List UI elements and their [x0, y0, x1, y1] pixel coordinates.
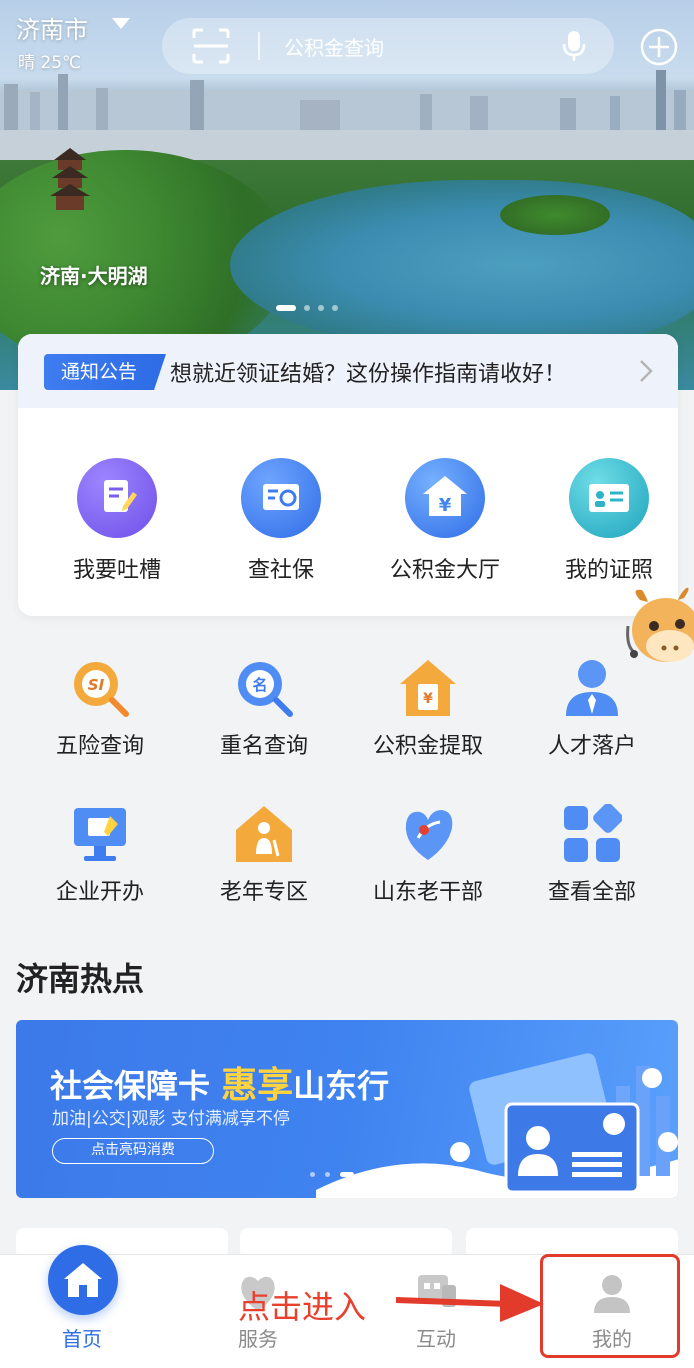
lake-decoration	[230, 180, 694, 350]
home-icon	[48, 1245, 118, 1315]
chevron-down-icon[interactable]	[112, 18, 130, 29]
social-security-icon	[241, 458, 321, 538]
quick-link-label: 老年专区	[219, 880, 308, 905]
quick-link-all-apps[interactable]: 查看全部	[510, 804, 674, 914]
search-divider	[258, 32, 260, 60]
housing-fund-icon: ¥	[405, 458, 485, 538]
svg-text:¥: ¥	[423, 691, 433, 707]
search-input[interactable]: 公积金查询	[284, 32, 384, 61]
tab-label: 互动	[416, 1327, 456, 1351]
notice-tag: 通知公告	[44, 354, 166, 390]
banner-title: 社会保障卡 惠享山东行	[50, 1056, 389, 1108]
veteran-cadre-icon	[405, 810, 453, 860]
services-card: 通知公告 想就近领证结婚？这份操作指南请收好！ 我要吐槽 查社保 ¥ 公积金大厅…	[18, 334, 678, 616]
elderly-zone-icon	[236, 806, 292, 862]
highlight-box	[540, 1254, 680, 1358]
banner-title-part: 社会保障卡	[50, 1067, 211, 1105]
quick-link-label: 山东老干部	[372, 880, 483, 905]
svg-text:名: 名	[252, 676, 267, 694]
quick-link-label: 公积金提取	[372, 734, 483, 759]
complaint-icon	[77, 458, 157, 538]
service-my-certificates[interactable]: 我的证照	[534, 458, 678, 598]
annotation-text: 点击进入	[238, 1288, 367, 1326]
id-card-icon	[569, 458, 649, 538]
service-label: 我的证照	[564, 558, 653, 583]
section-title: 济南热点	[16, 960, 145, 998]
banner-button[interactable]: 点击亮码消费	[52, 1138, 214, 1164]
island-decoration	[500, 195, 610, 235]
notice-bar[interactable]: 通知公告 想就近领证结婚？这份操作指南请收好！	[18, 334, 678, 408]
svg-text:¥: ¥	[439, 495, 452, 516]
service-social-security[interactable]: 查社保	[206, 458, 356, 598]
tab-home[interactable]: 首页	[22, 1245, 142, 1368]
pagoda-icon	[50, 148, 90, 210]
banner-title-part: 山东行	[293, 1067, 390, 1105]
microphone-icon[interactable]	[562, 30, 586, 62]
social-security-card-icon	[450, 1053, 678, 1194]
quick-link-label: 人才落户	[547, 734, 636, 759]
tab-label: 首页	[62, 1327, 102, 1351]
banner-title-highlight: 惠享	[221, 1065, 294, 1106]
service-housing-fund[interactable]: ¥ 公积金大厅	[370, 458, 520, 598]
weather-text: 晴 25℃	[18, 53, 82, 73]
insurance-search-icon: SI	[74, 662, 129, 717]
service-label: 查社保	[247, 558, 314, 583]
quick-link-label: 重名查询	[219, 734, 308, 759]
notice-text[interactable]: 想就近领证结婚？这份操作指南请收好！	[170, 356, 566, 388]
city-skyline-image	[0, 70, 694, 160]
service-label: 我要吐槽	[72, 558, 161, 583]
quick-link-veteran-cadre[interactable]: 山东老干部	[346, 804, 510, 914]
quick-link-name-search[interactable]: 名 重名查询	[182, 658, 346, 768]
quick-link-label: 查看全部	[547, 880, 636, 905]
business-open-icon	[74, 808, 126, 861]
chevron-right-icon[interactable]	[638, 358, 654, 384]
search-bar[interactable]: 公积金查询	[162, 18, 614, 74]
name-search-icon: 名	[238, 662, 293, 717]
quick-link-label: 企业开办	[55, 880, 144, 905]
service-complaint[interactable]: 我要吐槽	[42, 458, 192, 598]
svg-text:SI: SI	[88, 676, 105, 694]
all-apps-icon	[564, 804, 622, 862]
hero-caption: 济南·大明湖	[40, 264, 148, 288]
quick-link-talent-settle[interactable]: 人才落户	[510, 658, 674, 768]
fund-withdraw-icon: ¥	[400, 660, 456, 716]
banner-subtitle: 加油|公交|观影 支付满减享不停	[52, 1109, 290, 1129]
hotspot-banner[interactable]: 社会保障卡 惠享山东行 加油|公交|观影 支付满减享不停 点击亮码消费	[16, 1020, 678, 1198]
carousel-indicator	[276, 305, 338, 313]
talent-settle-icon	[566, 660, 618, 716]
quick-link-fund-withdraw[interactable]: ¥ 公积金提取	[346, 658, 510, 768]
plus-icon[interactable]	[640, 28, 678, 66]
service-label: 公积金大厅	[389, 558, 500, 583]
quick-link-elderly-zone[interactable]: 老年专区	[182, 804, 346, 914]
arrow-right-icon	[396, 1284, 544, 1322]
scan-icon[interactable]	[192, 28, 230, 64]
quick-link-insurance-search[interactable]: SI 五险查询	[18, 658, 182, 768]
quick-link-business-open[interactable]: 企业开办	[18, 804, 182, 914]
city-selector[interactable]: 济南市	[16, 10, 88, 45]
quick-link-label: 五险查询	[55, 734, 144, 759]
carousel-indicator	[310, 1172, 384, 1177]
hero-banner[interactable]: 济南市 晴 25℃ 公积金查询 济南·大明湖	[0, 0, 694, 390]
